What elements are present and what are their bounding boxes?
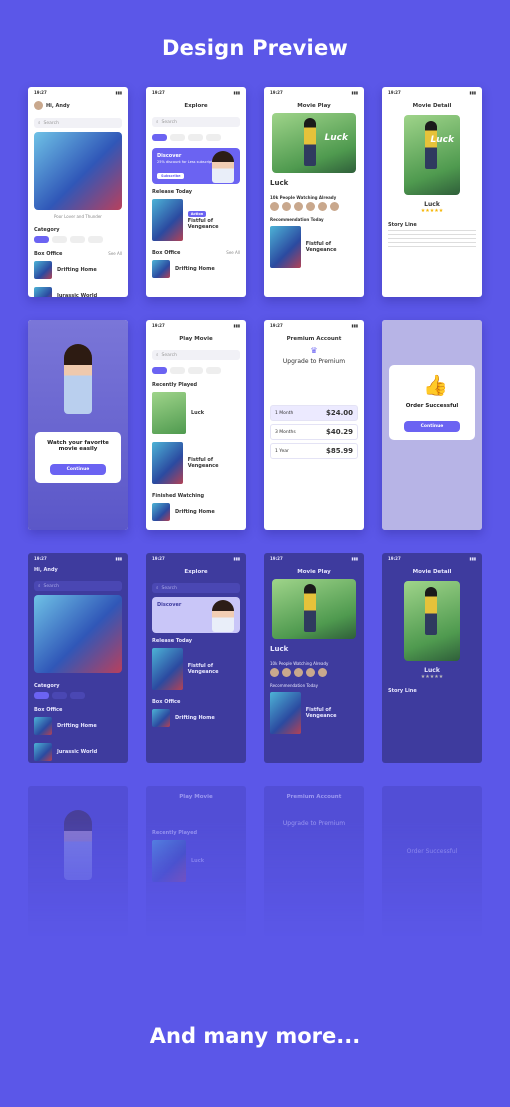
discover-banner[interactable]: Discover 25% discount for Less subscripti… [152, 148, 240, 184]
list-item[interactable]: Jurassic World [28, 283, 128, 297]
box-office-heading: Box Office [34, 251, 63, 257]
screen-title: Movie Detail [412, 103, 452, 109]
continue-button[interactable]: Continue [404, 421, 460, 432]
movie-title: Luck [424, 201, 440, 208]
row-faded: Play Movie Recently Played Luck Premium Ac… [28, 786, 482, 936]
video-player[interactable]: Luck [272, 113, 356, 173]
list-item[interactable]: Action Fistful of Vengeance [146, 195, 246, 245]
search-icon: ⌕ [156, 120, 159, 125]
list-item[interactable]: Fistful of Vengeance [264, 222, 364, 272]
search-icon: ⌕ [38, 121, 41, 126]
screen-onboarding: Watch your favorite movie easily Continu… [28, 320, 128, 530]
screen-play-movie: 19:27 ▮▮▮ Play Movie ⌕ Search Recently Pla… [146, 320, 246, 530]
footer-text: And many more... [149, 1024, 361, 1048]
continue-button[interactable]: Continue [50, 464, 106, 475]
search-icon: ⌕ [156, 353, 159, 358]
search-input[interactable]: ⌕ Search [34, 118, 122, 128]
chip[interactable] [88, 236, 103, 243]
greeting: Hi, Andy [46, 102, 70, 109]
screen-movie-detail-dark: 19:27 ▮▮▮ Movie Detail Luck ★★★★★ Story L… [382, 553, 482, 763]
search-input[interactable]: ⌕ Search [152, 350, 240, 360]
row-dark: 19:27 ▮▮▮ Hi, Andy ⌕ Search Category Box O… [28, 553, 482, 763]
page-title: Design Preview [162, 36, 348, 60]
screen-order-success: 👍 Order Successful Continue [382, 320, 482, 530]
design-grid: 19:27 ▮▮▮ Hi, Andy ⌕ Search Poor Lover and… [28, 87, 482, 959]
row-light-1: 19:27 ▮▮▮ Hi, Andy ⌕ Search Poor Lover and… [28, 87, 482, 297]
category-heading: Category [34, 227, 60, 233]
screen-movie-detail: 19:27 ▮▮▮ Movie Detail Luck Luck ★★★★★ St… [382, 87, 482, 297]
see-all-link[interactable]: See All [226, 250, 240, 256]
success-modal: 👍 Order Successful Continue [389, 365, 475, 440]
plan-option[interactable]: 1 Year $85.99 [270, 443, 358, 459]
list-item[interactable]: Fistful of Vengeance [146, 438, 246, 488]
search-input[interactable]: ⌕ Search [152, 117, 240, 127]
list-item[interactable]: Drifting Home [146, 256, 246, 282]
chip[interactable] [70, 236, 85, 243]
premium-heading: Upgrade to Premium [282, 358, 346, 365]
plan-option[interactable]: 1 Month $24.00 [270, 405, 358, 421]
avatar[interactable] [34, 101, 43, 110]
row-light-2: Watch your favorite movie easily Continu… [28, 320, 482, 530]
screen-home-dark: 19:27 ▮▮▮ Hi, Andy ⌕ Search Category Box O… [28, 553, 128, 763]
chip[interactable] [52, 236, 67, 243]
movie-poster: Luck [404, 115, 460, 195]
screen-movie-play-dark: 19:27 ▮▮▮ Movie Play Luck 10k People Watc… [264, 553, 364, 763]
chip-all[interactable] [34, 236, 49, 243]
crown-icon: ♛ [310, 346, 318, 355]
screen-home: 19:27 ▮▮▮ Hi, Andy ⌕ Search Poor Lover and… [28, 87, 128, 297]
story-heading: Story Line [388, 222, 417, 228]
screen-movie-play: 19:27 ▮▮▮ Movie Play Luck Luck 10k People… [264, 87, 364, 297]
screen-title: Explore [184, 103, 208, 109]
list-item[interactable]: Drifting Home [28, 257, 128, 283]
list-item[interactable]: Drifting Home [146, 499, 246, 525]
plan-option[interactable]: 3 Months $40.29 [270, 424, 358, 440]
thumbs-up-icon: 👍 [423, 373, 448, 397]
movie-title: Luck [270, 179, 289, 187]
screen-title: Play Movie [179, 336, 213, 342]
subscribe-button[interactable]: Subscribe [157, 173, 185, 179]
screen-title: Movie Play [297, 103, 331, 109]
screen-explore: 19:27 ▮▮▮ Explore ⌕ Search Discover 25% dis… [146, 87, 246, 297]
list-item[interactable]: Luck [146, 388, 246, 438]
screen-explore-dark: 19:27 ▮▮▮ Explore ⌕ Search Discover Releas… [146, 553, 246, 763]
onboarding-card: Watch your favorite movie easily Continu… [35, 432, 121, 483]
see-all-link[interactable]: See All [108, 251, 122, 257]
featured-poster[interactable] [34, 132, 122, 210]
screen-title: Premium Account [286, 336, 342, 342]
screen-premium: 19:27 ▮▮▮ Premium Account ♛ Upgrade to Pr… [264, 320, 364, 530]
featured-title: Poor Lover and Thunder [54, 214, 102, 219]
